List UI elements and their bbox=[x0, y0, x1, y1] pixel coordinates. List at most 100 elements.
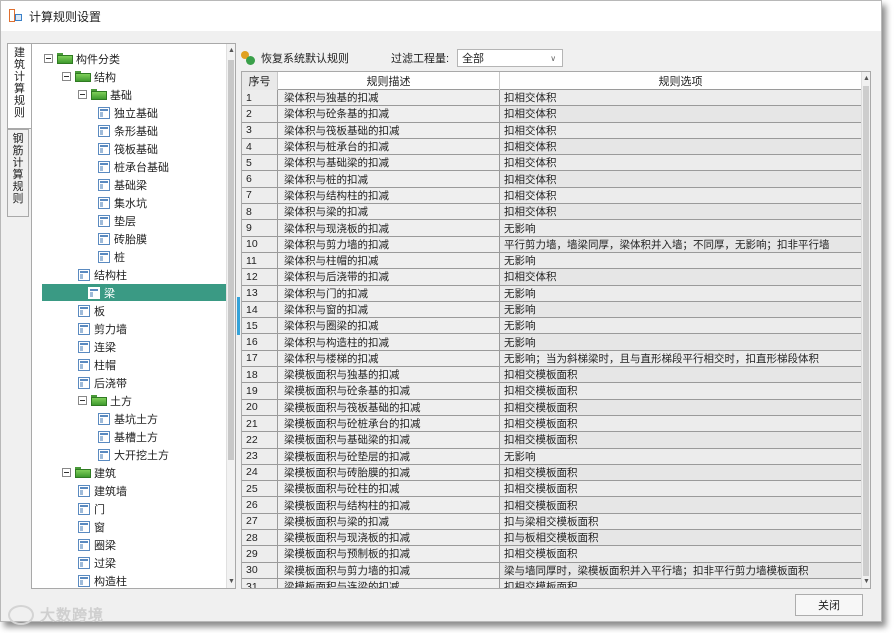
table-row[interactable]: 11 梁体积与柱帽的扣减 无影响 bbox=[242, 252, 862, 270]
table-row[interactable]: 13 梁体积与门的扣减 无影响 bbox=[242, 285, 862, 302]
tree-item[interactable]: 垫层 bbox=[98, 212, 136, 229]
scroll-up-icon[interactable]: ▲ bbox=[863, 75, 870, 82]
tab-building-rules[interactable]: 建筑计算规则 bbox=[7, 43, 31, 129]
header-index[interactable]: 序号 bbox=[242, 72, 278, 90]
rule-option[interactable]: 扣相交模板面积 bbox=[500, 383, 862, 399]
header-description[interactable]: 规则描述 bbox=[278, 72, 500, 90]
grid-scrollbar[interactable]: ▲ ▼ bbox=[861, 72, 870, 588]
tree-item[interactable]: 大开挖土方 bbox=[98, 446, 169, 463]
table-row[interactable]: 31 梁模板面积与连梁的扣减 扣相交模板面积 bbox=[242, 578, 862, 588]
rule-option[interactable]: 扣与板相交模板面积 bbox=[500, 530, 862, 546]
rule-option[interactable]: 无影响 bbox=[500, 318, 862, 334]
table-row[interactable]: 6 梁体积与桩的扣减 扣相交体积 bbox=[242, 171, 862, 188]
table-row[interactable]: 18 梁模板面积与独基的扣减 扣相交模板面积 bbox=[242, 367, 862, 384]
table-row[interactable]: 23 梁模板面积与砼垫层的扣减 无影响 bbox=[242, 448, 862, 465]
collapse-toggle-icon[interactable] bbox=[78, 90, 87, 99]
rule-option[interactable]: 扣相交体积 bbox=[500, 122, 862, 138]
table-row[interactable]: 12 梁体积与后浇带的扣减 扣相交体积 bbox=[242, 269, 862, 286]
tree-item[interactable]: 集水坑 bbox=[98, 194, 147, 211]
rule-option[interactable]: 无影响 bbox=[500, 448, 862, 464]
filter-select[interactable]: 全部 ∨ bbox=[457, 49, 564, 67]
collapse-toggle-icon[interactable] bbox=[62, 468, 71, 477]
tree-item[interactable]: 桩承台基础 bbox=[98, 158, 169, 175]
rule-option[interactable]: 扣相交体积 bbox=[500, 171, 862, 187]
close-button[interactable]: 关闭 bbox=[795, 594, 863, 616]
tree-node-foundation[interactable]: 基础 bbox=[78, 86, 132, 103]
table-row[interactable]: 8 梁体积与梁的扣减 扣相交体积 bbox=[242, 204, 862, 221]
rule-option[interactable]: 扣相交体积 bbox=[500, 90, 862, 106]
rule-option[interactable]: 无影响 bbox=[500, 334, 862, 350]
table-row[interactable]: 3 梁体积与筏板基础的扣减 扣相交体积 bbox=[242, 122, 862, 139]
tree-scroll-thumb[interactable] bbox=[228, 60, 234, 460]
rule-option[interactable]: 扣相交模板面积 bbox=[500, 432, 862, 448]
rule-option[interactable]: 扣相交体积 bbox=[500, 187, 862, 204]
rule-option[interactable]: 无影响 bbox=[500, 285, 862, 301]
table-row[interactable]: 5 梁体积与基础梁的扣减 扣相交体积 bbox=[242, 155, 862, 172]
scroll-down-icon[interactable]: ▼ bbox=[228, 578, 235, 585]
table-row[interactable]: 20 梁模板面积与筏板基础的扣减 扣相交模板面积 bbox=[242, 399, 862, 416]
tree-item[interactable]: 基础梁 bbox=[98, 176, 147, 193]
table-row[interactable]: 15 梁体积与圈梁的扣减 无影响 bbox=[242, 318, 862, 335]
rule-option[interactable]: 扣相交体积 bbox=[500, 269, 862, 285]
scroll-up-icon[interactable]: ▲ bbox=[228, 47, 235, 54]
table-row[interactable]: 17 梁体积与楼梯的扣减 无影响；当为斜梯梁时，且与直形梯段平行相交时，扣直形梯段体… bbox=[242, 350, 862, 368]
table-row[interactable]: 10 梁体积与剪力墙的扣减 平行剪力墙，墙梁同厚，梁体积并入墙；不同厚，无影响；扣非… bbox=[242, 236, 862, 253]
rule-option[interactable]: 无影响 bbox=[500, 252, 862, 269]
tree-item[interactable]: 后浇带 bbox=[78, 374, 127, 391]
table-row[interactable]: 26 梁模板面积与结构柱的扣减 扣相交模板面积 bbox=[242, 497, 862, 514]
table-row[interactable]: 14 梁体积与窗的扣减 无影响 bbox=[242, 301, 862, 319]
collapse-toggle-icon[interactable] bbox=[62, 72, 71, 81]
collapse-toggle-icon[interactable] bbox=[78, 396, 87, 405]
rule-option[interactable]: 梁与墙同厚时，梁模板面积并入平行墙；扣非平行剪力墙模板面积 bbox=[500, 562, 862, 578]
table-row[interactable]: 30 梁模板面积与剪力墙的扣减 梁与墙同厚时，梁模板面积并入平行墙；扣非平行剪力墙模… bbox=[242, 562, 862, 579]
tree-item[interactable]: 砖胎膜 bbox=[98, 230, 147, 247]
rule-option[interactable]: 扣与梁相交模板面积 bbox=[500, 513, 862, 530]
tree-item[interactable]: 连梁 bbox=[78, 338, 116, 355]
rule-option[interactable]: 平行剪力墙，墙梁同厚，梁体积并入墙；不同厚，无影响；扣非平行墙 bbox=[500, 236, 862, 252]
rule-option[interactable]: 扣相交模板面积 bbox=[500, 464, 862, 481]
tab-rebar-rules[interactable]: 钢筋计算规则 bbox=[7, 129, 29, 217]
rule-option[interactable]: 无影响；当为斜梯梁时，且与直形梯段平行相交时，扣直形梯段体积 bbox=[500, 350, 862, 367]
rule-option[interactable]: 扣相交模板面积 bbox=[500, 367, 862, 383]
tree-scrollbar[interactable]: ▲ ▼ bbox=[226, 44, 235, 588]
scroll-down-icon[interactable]: ▼ bbox=[863, 578, 870, 585]
table-row[interactable]: 19 梁模板面积与砼条基的扣减 扣相交模板面积 bbox=[242, 383, 862, 400]
table-row[interactable]: 9 梁体积与现浇板的扣减 无影响 bbox=[242, 220, 862, 237]
table-row[interactable]: 16 梁体积与构造柱的扣减 无影响 bbox=[242, 334, 862, 351]
tree-item[interactable]: 柱帽 bbox=[78, 356, 116, 373]
rule-option[interactable]: 扣相交体积 bbox=[500, 106, 862, 122]
table-row[interactable]: 21 梁模板面积与砼桩承台的扣减 扣相交模板面积 bbox=[242, 415, 862, 433]
table-row[interactable]: 22 梁模板面积与基础梁的扣减 扣相交模板面积 bbox=[242, 432, 862, 449]
tree-item[interactable]: 建筑墙 bbox=[78, 482, 127, 499]
collapse-toggle-icon[interactable] bbox=[44, 54, 53, 63]
table-row[interactable]: 4 梁体积与桩承台的扣减 扣相交体积 bbox=[242, 138, 862, 156]
table-row[interactable]: 24 梁模板面积与砖胎膜的扣减 扣相交模板面积 bbox=[242, 464, 862, 482]
rule-option[interactable]: 扣相交模板面积 bbox=[500, 481, 862, 497]
tree-node-earthwork[interactable]: 土方 bbox=[78, 392, 132, 409]
grid-scroll-thumb[interactable] bbox=[863, 86, 869, 576]
table-row[interactable]: 25 梁模板面积与砼柱的扣减 扣相交模板面积 bbox=[242, 481, 862, 498]
rule-option[interactable]: 扣相交体积 bbox=[500, 155, 862, 171]
tree-item[interactable]: 筏板基础 bbox=[98, 140, 158, 157]
rule-option[interactable]: 扣相交模板面积 bbox=[500, 578, 862, 588]
header-option[interactable]: 规则选项 bbox=[500, 72, 862, 90]
tree-item[interactable]: 板 bbox=[78, 302, 105, 319]
rule-option[interactable]: 扣相交模板面积 bbox=[500, 415, 862, 432]
tree-node-architecture[interactable]: 建筑 bbox=[62, 464, 116, 481]
tree-item[interactable]: 窗 bbox=[78, 518, 105, 535]
rule-option[interactable]: 扣相交体积 bbox=[500, 138, 862, 155]
table-row[interactable]: 1 梁体积与独基的扣减 扣相交体积 bbox=[242, 90, 862, 107]
table-row[interactable]: 27 梁模板面积与梁的扣减 扣与梁相交模板面积 bbox=[242, 513, 862, 531]
rule-option[interactable]: 扣相交体积 bbox=[500, 204, 862, 220]
rule-option[interactable]: 扣相交模板面积 bbox=[500, 399, 862, 415]
rule-option[interactable]: 扣相交模板面积 bbox=[500, 497, 862, 513]
rule-option[interactable]: 扣相交模板面积 bbox=[500, 546, 862, 562]
table-row[interactable]: 2 梁体积与砼条基的扣减 扣相交体积 bbox=[242, 106, 862, 123]
tree-item[interactable]: 独立基础 bbox=[98, 104, 158, 121]
tree-item[interactable]: 构造柱 bbox=[78, 572, 127, 588]
table-row[interactable]: 7 梁体积与结构柱的扣减 扣相交体积 bbox=[242, 187, 862, 205]
tree-item[interactable]: 桩 bbox=[98, 248, 125, 265]
tree-item[interactable]: 门 bbox=[78, 500, 105, 517]
tree-node-structure[interactable]: 结构 bbox=[62, 68, 116, 85]
table-row[interactable]: 29 梁模板面积与预制板的扣减 扣相交模板面积 bbox=[242, 546, 862, 563]
